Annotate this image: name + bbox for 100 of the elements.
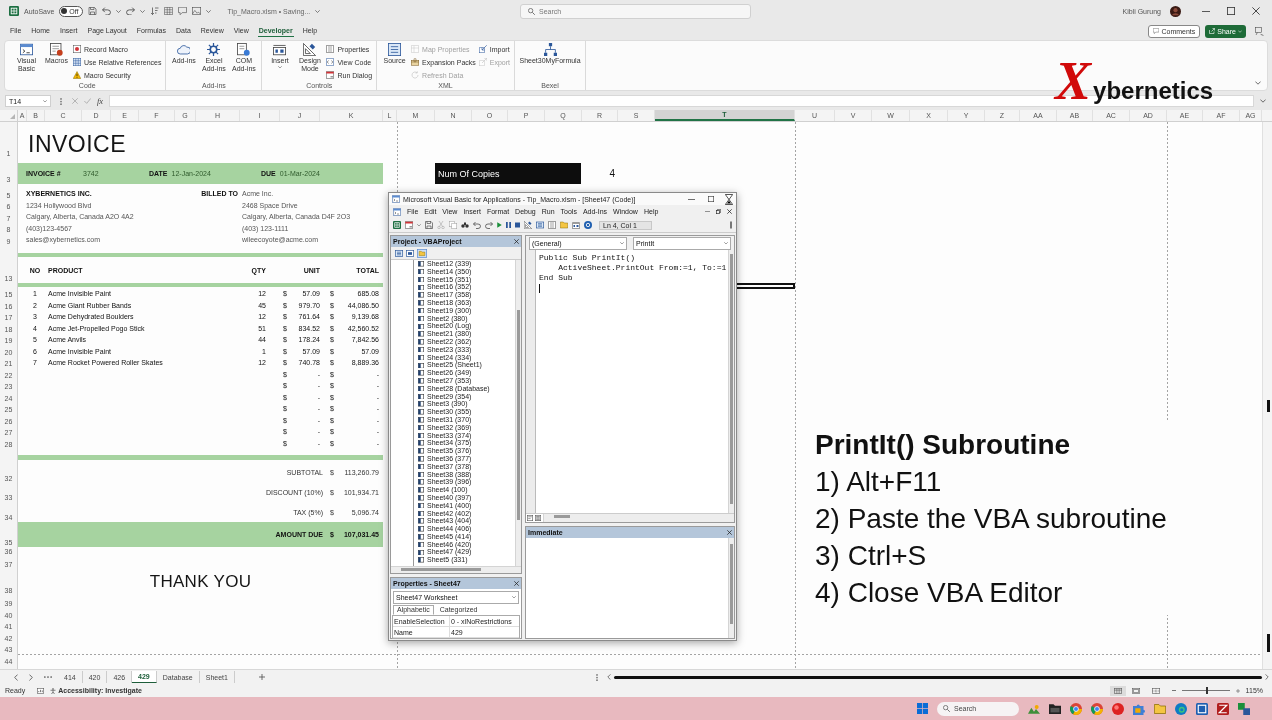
network-icon [543, 43, 557, 56]
close-icon[interactable] [727, 209, 732, 214]
caret-icon[interactable] [1260, 99, 1266, 103]
refresh-icon [411, 71, 420, 79]
vertical-scrollbar[interactable] [1262, 122, 1272, 669]
caret-icon [277, 66, 282, 69]
caret-icon[interactable] [115, 9, 121, 13]
drag-handle-icon[interactable] [596, 673, 598, 681]
maximize-icon[interactable] [708, 196, 714, 202]
picture-icon[interactable] [191, 7, 201, 15]
ring-icon[interactable] [1091, 702, 1103, 715]
insert-function-button[interactable]: fx [97, 96, 104, 106]
table-icon[interactable] [163, 7, 173, 15]
close-icon[interactable] [1252, 7, 1260, 15]
horizontal-scrollbar[interactable] [614, 675, 1262, 679]
code-line: Public Sub PrintIt() [539, 253, 635, 263]
logo-initial: X [1055, 54, 1092, 108]
chevron-right-icon[interactable] [1265, 674, 1269, 680]
toolbox-icon[interactable] [572, 221, 580, 229]
spreadsheet-logo-icon [9, 6, 19, 16]
spreadsheet-logo-icon[interactable] [393, 221, 401, 229]
caret-icon[interactable] [417, 223, 421, 227]
avatar-icon[interactable] [1170, 5, 1181, 17]
save-icon[interactable] [425, 221, 433, 229]
caret-icon [512, 596, 516, 599]
list-icon[interactable] [548, 221, 556, 229]
landscape-icon[interactable] [1028, 702, 1040, 715]
pause-icon[interactable] [506, 222, 511, 228]
copies-value[interactable]: 4 [581, 163, 617, 184]
play-icon[interactable] [497, 222, 502, 228]
caret-icon [724, 241, 728, 245]
undo-icon[interactable] [101, 7, 111, 15]
document-icon[interactable] [527, 515, 533, 521]
minimize-icon[interactable] [688, 198, 695, 200]
close-icon[interactable] [514, 581, 519, 586]
ball-icon[interactable] [1112, 702, 1124, 715]
normal-view-icon[interactable] [1113, 687, 1122, 694]
slider-thumb[interactable] [1205, 687, 1208, 694]
horizontal-scrollbar[interactable] [543, 514, 734, 522]
close-icon[interactable] [514, 239, 519, 244]
search-icon [943, 705, 950, 712]
blocks-icon[interactable] [1238, 702, 1250, 715]
ring-icon[interactable] [584, 221, 592, 229]
check-icon[interactable] [84, 98, 91, 104]
dialog-icon[interactable] [405, 221, 413, 229]
maximize-icon[interactable] [1227, 7, 1235, 15]
set-square-icon[interactable] [524, 221, 532, 229]
vertical-scrollbar[interactable] [515, 260, 521, 566]
zoom-in-icon[interactable] [1235, 688, 1240, 693]
start-icon[interactable] [917, 703, 928, 714]
code-window-icon[interactable] [393, 207, 401, 216]
tile-app-icon[interactable] [1217, 702, 1229, 715]
redo-icon[interactable] [485, 221, 493, 229]
toggle-knob-icon [61, 8, 68, 14]
stop-icon[interactable] [515, 222, 520, 228]
sheet-icon [418, 370, 424, 376]
ring-icon[interactable] [1070, 702, 1082, 715]
binoculars-icon[interactable] [461, 221, 469, 229]
accessibility-icon [50, 687, 57, 694]
caret-icon[interactable] [1255, 81, 1261, 85]
caret-icon[interactable] [315, 9, 321, 13]
list-document-icon[interactable] [535, 515, 541, 521]
caret-icon[interactable] [205, 9, 211, 13]
shapes-icon[interactable] [1133, 702, 1145, 715]
chart-icon[interactable] [37, 687, 45, 694]
vertical-scrollbar[interactable] [728, 538, 734, 638]
list-window-icon[interactable] [536, 221, 544, 229]
chevron-left-icon[interactable] [607, 674, 611, 680]
sheet-icon [418, 526, 424, 532]
folder-icon[interactable] [1049, 702, 1061, 715]
plus-icon[interactable] [258, 674, 265, 680]
select-all-icon[interactable] [10, 114, 15, 119]
restore-icon[interactable] [716, 209, 721, 214]
invoice-title: INVOICE [28, 131, 127, 158]
thank-you-note: THANK YOU [149, 572, 252, 593]
page-break-icon[interactable] [1151, 687, 1160, 694]
cell-cursor [737, 283, 795, 289]
sort-icon[interactable] [149, 7, 159, 15]
minimize-icon[interactable] [1202, 10, 1210, 12]
target-icon[interactable] [1175, 702, 1187, 715]
speech-bubble-icon[interactable] [177, 7, 187, 15]
grid-icon [73, 58, 81, 66]
caret-icon[interactable] [139, 9, 145, 13]
chevron-right-icon[interactable] [29, 673, 33, 681]
caret-icon [43, 99, 47, 103]
save-icon[interactable] [87, 7, 97, 15]
horizontal-scrollbar[interactable] [391, 566, 521, 573]
pen-screen-icon[interactable] [1255, 26, 1264, 36]
close-icon[interactable] [727, 530, 732, 535]
undo-icon[interactable] [473, 221, 481, 229]
window-icon[interactable] [406, 249, 414, 257]
copy-icon[interactable] [449, 221, 457, 229]
list-window-icon[interactable] [395, 249, 403, 257]
warning-icon [73, 71, 81, 79]
drag-handle-icon[interactable] [60, 97, 62, 105]
redo-icon[interactable] [125, 7, 135, 15]
square-app-icon[interactable] [1196, 702, 1208, 715]
vertical-scrollbar[interactable] [728, 250, 734, 513]
chevron-left-icon[interactable] [14, 673, 18, 681]
page-layout-icon[interactable] [1131, 687, 1140, 694]
